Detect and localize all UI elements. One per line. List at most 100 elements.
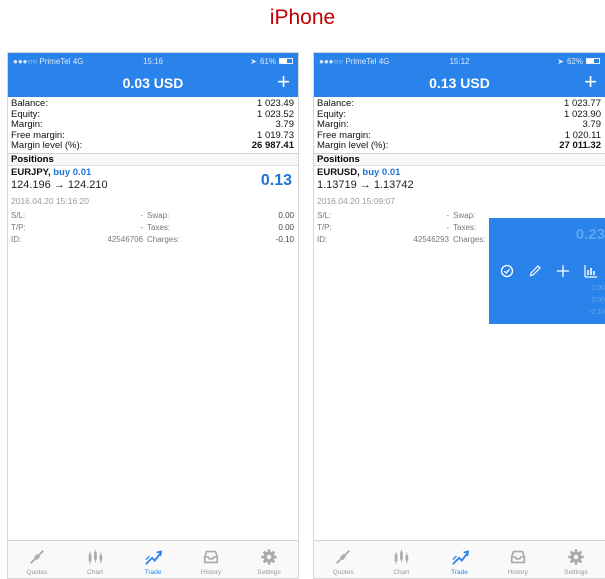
summary-row-margin: Margin: 3.79 (11, 119, 295, 131)
margin-level-value: 26 987.41 (251, 140, 294, 151)
sl-label: S/L: (11, 210, 26, 220)
balance-label: Balance: (317, 98, 354, 109)
phone-screen-left: ●●●○○ PrimeTel 4G 15:16 ➤ 61% 0.03 USD +… (7, 52, 299, 579)
plus-icon (557, 265, 569, 277)
balance-value: 1 023.77 (564, 98, 601, 109)
trade-icon (145, 550, 162, 565)
margin-level-label: Margin level (%): (317, 140, 389, 151)
margin-level-value: 27 011.32 (559, 140, 601, 151)
charges-label: Charges: (147, 234, 180, 244)
tp-label: T/P: (11, 222, 26, 232)
sl-value: - (140, 210, 143, 220)
tab-history[interactable]: History (489, 541, 547, 578)
position-details: S/L: - Swap: 0.00 T/P: - Taxes: 0.00 ID: 425467… (11, 210, 294, 246)
pencil-icon (529, 265, 541, 277)
hidden-values: 0.00 0.00 -0.10 (589, 283, 605, 319)
summary-row-equity: Equity: 1 023.52 (11, 109, 294, 121)
tab-settings[interactable]: Settings (240, 541, 298, 578)
battery-icon (586, 58, 600, 64)
position-prices: 124.196 → 124.210 (11, 178, 108, 191)
id-label: ID: (317, 234, 328, 244)
position-prices: 1.13719 → 1.13742 (317, 178, 414, 191)
trade-icon (451, 550, 469, 565)
summary-row-balance: Balance: 1 023.49 (11, 98, 294, 110)
margin-label: Margin: (11, 119, 43, 130)
tab-label-chart: Chart (87, 569, 103, 576)
close-position-button[interactable] (498, 262, 516, 280)
settings-icon (261, 549, 277, 565)
floating-profit-title: 0.13 USD (429, 75, 490, 91)
sl-value: - (446, 210, 449, 220)
modify-position-button[interactable] (526, 262, 544, 280)
id-label: ID: (11, 234, 22, 244)
tab-label-trade: Trade (451, 569, 468, 576)
id-value: 42546293 (413, 234, 449, 244)
tab-chart[interactable]: Chart (66, 541, 124, 578)
history-icon (510, 550, 525, 564)
summary-row-margin: Margin: 3.79 (317, 119, 602, 131)
tab-label-settings: Settings (564, 569, 588, 576)
page-caption: iPhone (269, 6, 336, 29)
taxes-value: 0.00 (278, 222, 294, 232)
tab-bar: Quotes Chart Trade History Settings (314, 540, 605, 578)
summary-row-margin-level: Margin level (%): 27 011.32 (317, 140, 601, 152)
tab-trade[interactable]: Trade (430, 541, 488, 578)
tab-label-settings: Settings (257, 569, 281, 576)
id-value: 42546706 (107, 234, 143, 244)
floating-profit-title: 0.03 USD (122, 75, 184, 91)
chart-icon (394, 549, 409, 565)
open-chart-button[interactable] (582, 262, 600, 280)
tab-label-history: History (200, 569, 222, 576)
tab-settings[interactable]: Settings (547, 541, 605, 578)
status-time: 15:12 (449, 56, 470, 66)
tp-label: T/P: (317, 222, 332, 232)
tp-value: - (140, 222, 143, 232)
account-summary: Balance: 1 023.49 Equity: 1 023.52 Margin:… (8, 97, 298, 152)
position-symbol: EURUSD, (317, 166, 360, 178)
settings-icon (568, 549, 584, 565)
margin-level-label: Margin level (%): (11, 140, 83, 151)
trade-header: 0.03 USD + (8, 69, 298, 97)
tab-history[interactable]: History (182, 541, 240, 578)
tab-quotes[interactable]: Quotes (8, 541, 66, 578)
position-row[interactable]: EURJPY, buy 0.01 124.196 → 124.210 0.13 … (8, 164, 298, 246)
charges-value: -0.10 (275, 234, 294, 244)
balance-value: 1 023.49 (257, 98, 294, 109)
margin-label: Margin: (317, 119, 349, 130)
quotes-icon (336, 550, 351, 564)
positions-section-header: Positions (314, 152, 605, 165)
taxes-value: 0.00 (591, 297, 605, 304)
status-bar: ●●●○○ PrimeTel 4G 15:16 ➤ 61% (8, 53, 298, 69)
tab-label-history: History (507, 569, 528, 576)
position-profit: 0.23 (575, 226, 605, 243)
phone-screen-right: ●●●○○ PrimeTel 4G 15:12 ➤ 62% 0.13 USD +… (313, 52, 605, 579)
tab-quotes[interactable]: Quotes (314, 541, 372, 578)
position-direction: buy 0.01 (362, 166, 401, 178)
chart-icon (88, 549, 103, 565)
position-open-time: 2016.04.20 15:16:20 (11, 195, 89, 206)
position-direction: buy 0.01 (53, 166, 92, 178)
charges-value: -0.10 (589, 309, 605, 316)
margin-value: 3.79 (275, 119, 295, 130)
tp-value: - (446, 222, 449, 232)
tab-trade[interactable]: Trade (124, 541, 182, 578)
tab-label-quotes: Quotes (332, 569, 354, 576)
tab-label-trade: Trade (144, 569, 162, 576)
trade-header: 0.13 USD + (314, 69, 605, 97)
margin-value: 3.79 (582, 119, 602, 130)
account-summary: Balance: 1 023.77 Equity: 1 023.90 Margin:… (314, 97, 605, 152)
position-open-time: 2016.04.20 15:09:07 (317, 195, 395, 206)
summary-row-balance: Balance: 1 023.77 (317, 98, 601, 110)
add-order-button[interactable]: + (277, 71, 290, 93)
status-bar: ●●●○○ PrimeTel 4G 15:12 ➤ 62% (314, 53, 605, 69)
quotes-icon (30, 550, 44, 564)
tab-chart[interactable]: Chart (372, 541, 430, 578)
tab-label-chart: Chart (393, 569, 410, 576)
history-icon (203, 550, 219, 564)
balance-label: Balance: (11, 98, 48, 109)
bar-chart-icon (584, 265, 597, 278)
sl-label: S/L: (317, 210, 332, 220)
new-order-button[interactable] (554, 262, 572, 280)
positions-section-header: Positions (8, 152, 298, 165)
add-order-button[interactable]: + (584, 71, 597, 93)
